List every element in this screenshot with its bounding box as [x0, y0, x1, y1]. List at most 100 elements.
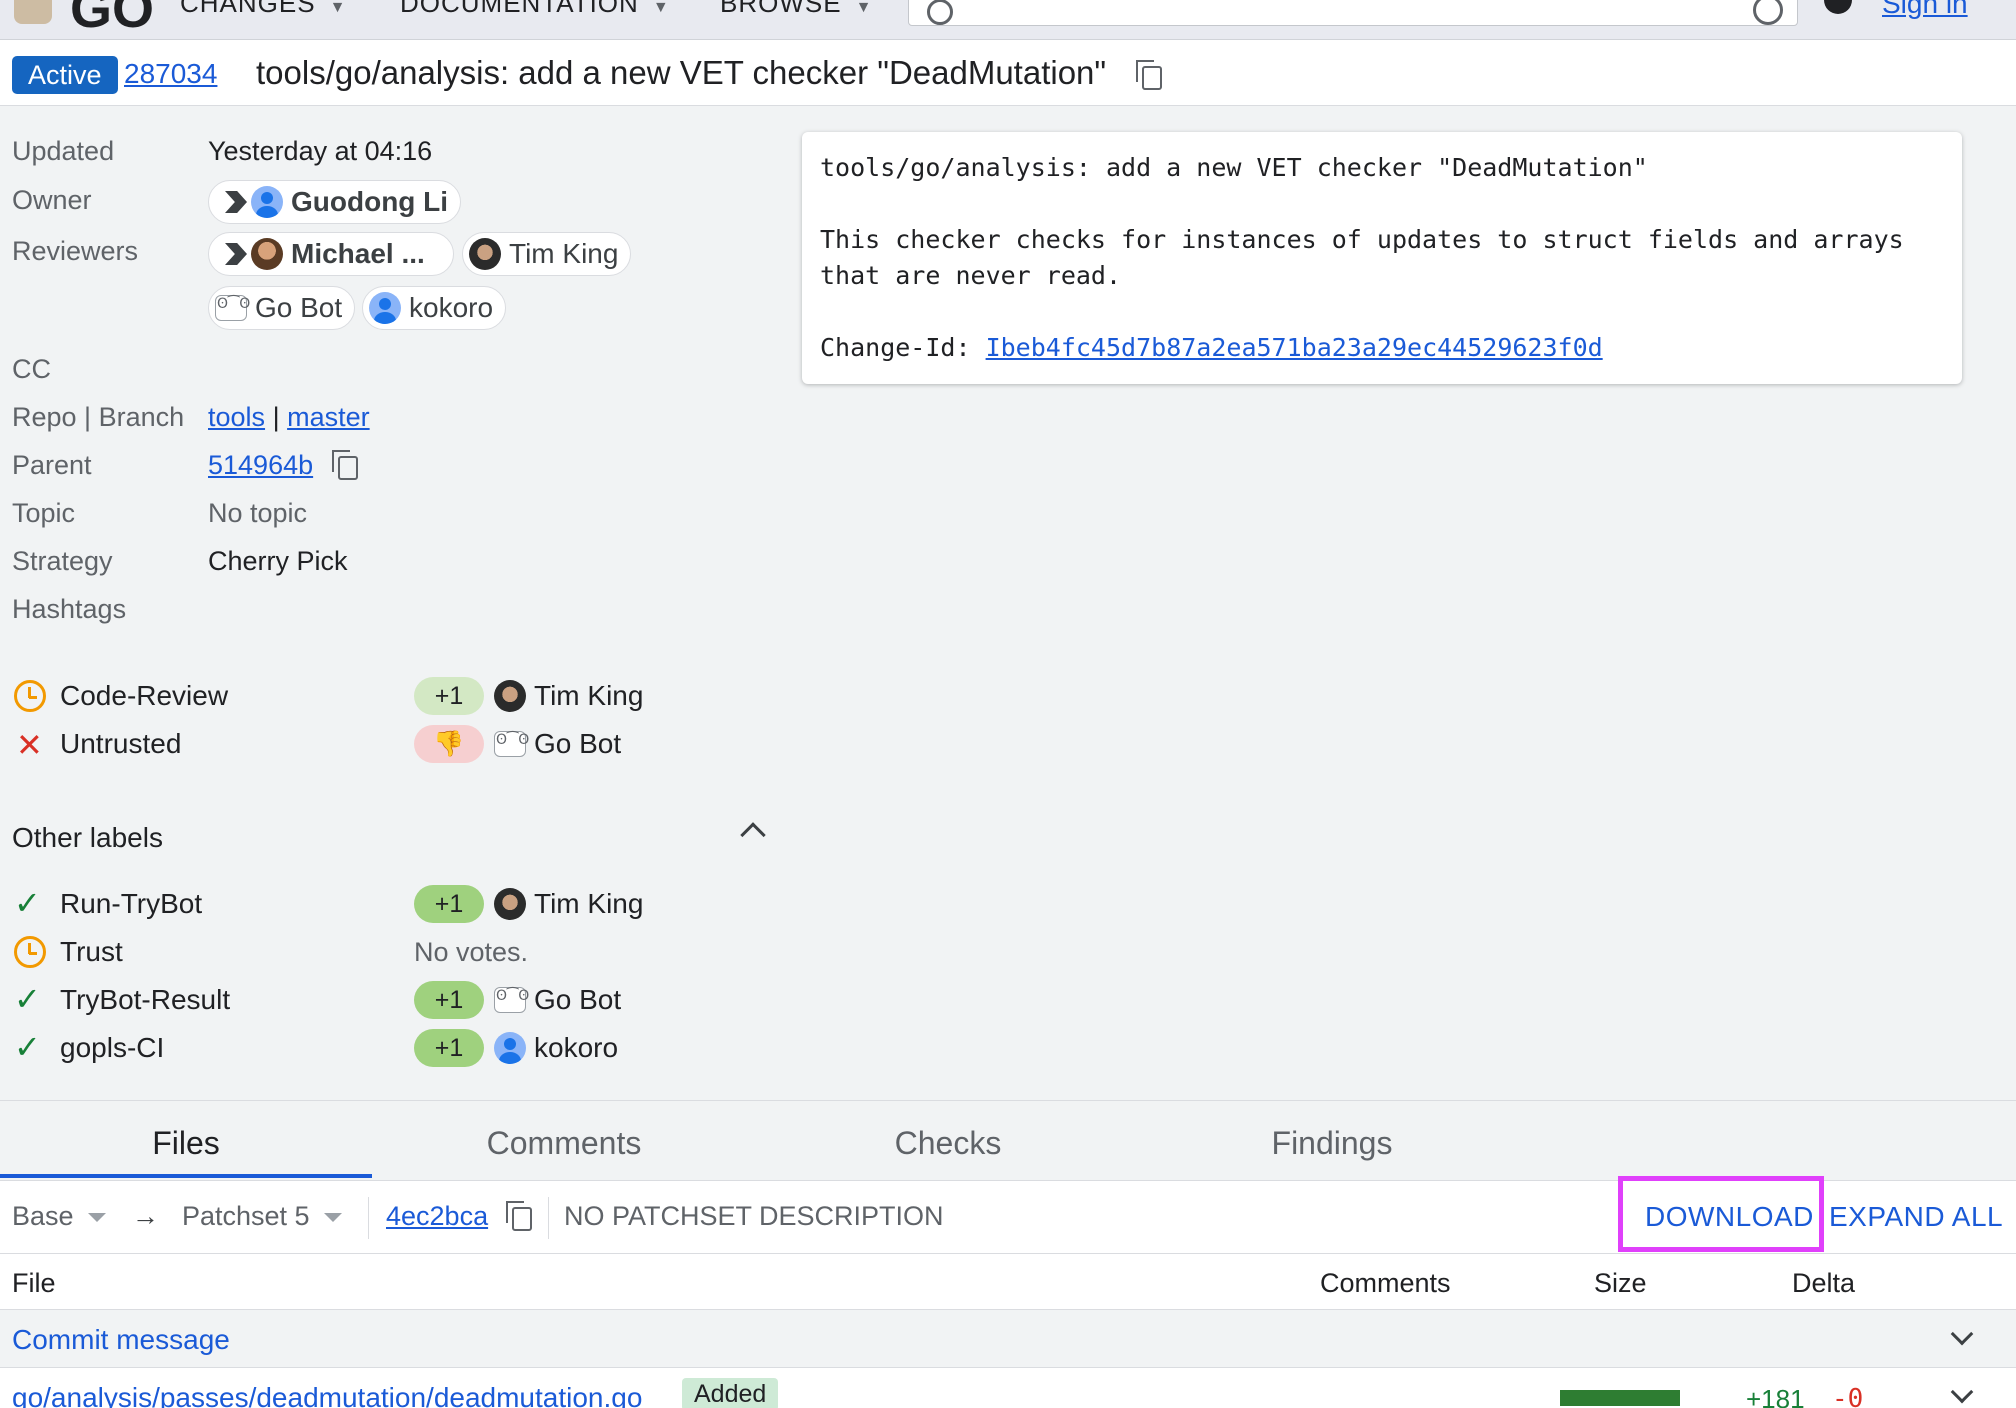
- updated-value: Yesterday at 04:16: [208, 136, 433, 166]
- copy-icon[interactable]: [506, 1201, 532, 1231]
- lines-removed: -0: [1832, 1384, 1864, 1408]
- parent-label: Parent: [12, 450, 92, 480]
- gopher-logo-icon[interactable]: [14, 0, 52, 24]
- vote-area: +1 Tim King: [414, 884, 643, 924]
- reviewers-label: Reviewers: [12, 236, 139, 266]
- chevron-down-icon: ▼: [652, 0, 670, 16]
- avatar: [494, 1032, 526, 1064]
- page-title: tools/go/analysis: add a new VET checker…: [256, 54, 1107, 91]
- patchset-description[interactable]: NO PATCHSET DESCRIPTION: [564, 1201, 944, 1232]
- tab-comments[interactable]: Comments: [378, 1125, 750, 1162]
- chevron-up-icon[interactable]: [740, 822, 766, 848]
- nav-browse[interactable]: BROWSE ▼: [720, 0, 872, 19]
- reviewer-chip[interactable]: Go Bot: [208, 286, 356, 330]
- help-icon[interactable]: [1753, 0, 1783, 25]
- check-icon: ✓: [14, 980, 41, 1018]
- requirement-name: Code-Review: [60, 680, 229, 711]
- column-delta: Delta: [1792, 1268, 1856, 1298]
- avatar: [494, 888, 526, 920]
- chevron-down-icon[interactable]: [1950, 1380, 1974, 1404]
- chevron-down-icon[interactable]: [1950, 1322, 1974, 1346]
- vote-area: +1 kokoro: [414, 1028, 618, 1068]
- label-name: Run-TryBot: [60, 888, 203, 919]
- chevron-down-icon: ▼: [329, 0, 347, 16]
- search-input[interactable]: [908, 0, 1798, 26]
- status-badge: Added: [682, 1378, 779, 1408]
- tab-findings[interactable]: Findings: [1146, 1125, 1518, 1162]
- voter-name: Go Bot: [534, 984, 622, 1015]
- nav-documentation[interactable]: DOCUMENTATION ▼: [400, 0, 670, 19]
- commit-message-card: tools/go/analysis: add a new VET checker…: [802, 132, 1962, 384]
- nav-changes[interactable]: CHANGES ▼: [180, 0, 346, 19]
- voter-name: Tim King: [534, 680, 644, 711]
- tab-checks[interactable]: Checks: [762, 1125, 1134, 1162]
- site-logo[interactable]: GO: [70, 0, 154, 39]
- hashtags-label: Hashtags: [12, 594, 127, 624]
- clock-icon: [14, 680, 46, 712]
- change-id-line: Change-Id: Ibeb4fc45d7b87a2ea571ba23a29e…: [820, 333, 1603, 362]
- owner-label: Owner: [12, 185, 92, 215]
- commit-body: that are never read.: [820, 261, 1122, 290]
- change-number-link[interactable]: 287034: [124, 58, 217, 90]
- avatar: [251, 238, 283, 270]
- file-link[interactable]: Commit message: [12, 1324, 230, 1356]
- sign-in-link[interactable]: Sign in: [1882, 0, 1968, 20]
- parent-link[interactable]: 514964b: [208, 450, 313, 481]
- gear-icon[interactable]: [1824, 0, 1852, 14]
- column-comments: Comments: [1320, 1268, 1451, 1298]
- lines-added: +181: [1746, 1384, 1805, 1408]
- check-icon: ✓: [14, 1028, 41, 1066]
- attention-icon[interactable]: [225, 191, 247, 213]
- avatar: [251, 186, 283, 218]
- clock-icon: [14, 936, 46, 968]
- topic-value[interactable]: No topic: [208, 498, 307, 529]
- topic-label: Topic: [12, 498, 76, 528]
- vote-chip[interactable]: 👎: [414, 725, 484, 763]
- tab-files[interactable]: Files: [0, 1125, 372, 1162]
- owner-chip[interactable]: Guodong Li: [208, 180, 462, 224]
- file-list-header: File Comments Size Delta: [0, 1254, 2016, 1310]
- highlight-annotation: [1618, 1176, 1824, 1252]
- file-link[interactable]: go/analysis/passes/deadmutation/deadmuta…: [12, 1382, 642, 1408]
- vote-area: 👎 Go Bot: [414, 724, 621, 764]
- label-name: TryBot-Result: [60, 984, 231, 1015]
- file-row[interactable]: go/analysis/passes/deadmutation/deadmuta…: [0, 1368, 2016, 1408]
- change-id-link[interactable]: Ibeb4fc45d7b87a2ea571ba23a29ec44529623f0…: [986, 333, 1603, 362]
- file-row[interactable]: Commit message: [0, 1310, 2016, 1368]
- reviewer-chip[interactable]: kokoro: [362, 286, 507, 330]
- dropdown-caret-icon: [87, 1213, 106, 1223]
- bot-icon: [494, 987, 529, 1013]
- size-bar: [1560, 1390, 1680, 1406]
- base-select[interactable]: Base: [12, 1201, 106, 1232]
- top-bar: GO CHANGES ▼ DOCUMENTATION ▼ BROWSE ▼ Sign …: [0, 0, 2016, 40]
- change-header: Active 287034 tools/go/analysis: add a n…: [0, 40, 2016, 106]
- strategy-value: Cherry Pick: [208, 546, 348, 576]
- vote-chip[interactable]: +1: [414, 981, 484, 1019]
- expand-all-button[interactable]: EXPAND ALL: [1829, 1201, 2003, 1233]
- repo-link[interactable]: tools: [208, 402, 265, 432]
- voter-name: Tim King: [534, 888, 644, 919]
- check-icon: ✓: [14, 884, 41, 922]
- avatar: [469, 238, 501, 270]
- attention-icon[interactable]: [225, 243, 247, 265]
- vote-chip[interactable]: +1: [414, 677, 484, 715]
- copy-icon[interactable]: [332, 450, 358, 480]
- voter-name: kokoro: [534, 1032, 619, 1063]
- copy-icon[interactable]: [1136, 60, 1162, 90]
- bot-icon: [215, 295, 250, 321]
- requirement-name: Untrusted: [60, 728, 182, 759]
- divider: [368, 1197, 369, 1239]
- divider: [548, 1197, 549, 1239]
- vote-area: +1 Tim King: [414, 676, 643, 716]
- label-name: Trust: [60, 936, 123, 967]
- reviewer-chip[interactable]: Michael ...: [208, 232, 454, 276]
- arrow-right-icon: →: [132, 1201, 159, 1231]
- voter-name: Go Bot: [534, 728, 622, 759]
- repo-branch-value: tools | master: [208, 402, 370, 432]
- vote-chip[interactable]: +1: [414, 1029, 484, 1067]
- branch-link[interactable]: master: [287, 402, 370, 432]
- vote-chip[interactable]: +1: [414, 885, 484, 923]
- commit-sha-link[interactable]: 4ec2bca: [386, 1201, 488, 1232]
- reviewer-chip[interactable]: Tim King: [462, 232, 632, 276]
- patchset-select[interactable]: Patchset 5: [182, 1201, 342, 1232]
